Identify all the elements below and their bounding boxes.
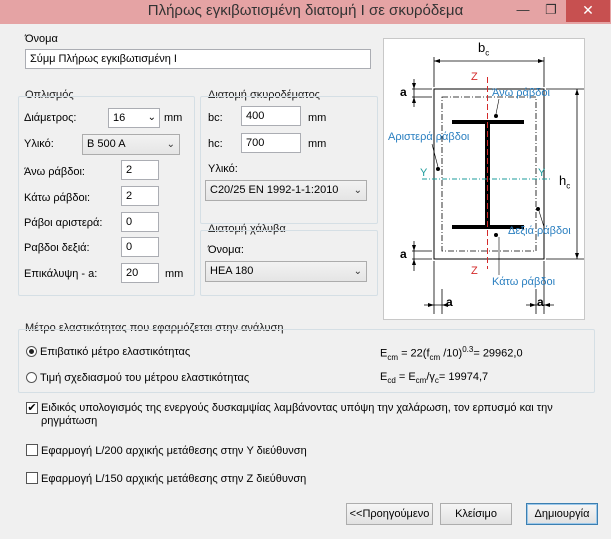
hc-label: hc: [208, 138, 223, 150]
bottom-bars-annotation: Κάτω ράβδοι [492, 276, 556, 288]
create-button[interactable]: Δημιουργία [526, 503, 598, 525]
ecm-value: 29962,0 [482, 347, 523, 360]
web [485, 124, 490, 225]
bc-dimension-label: bc [478, 40, 490, 58]
l150-label[interactable]: Εφαρμογή L/150 αρχικής μετάθεσης στην Z … [41, 473, 306, 485]
bottom-bars-label: Κάτω ράβδοι: [24, 192, 91, 204]
a-right-label: a [537, 295, 544, 309]
elasticity-option2-radio[interactable] [26, 372, 37, 383]
previous-button[interactable]: <<Προηγούμενο [346, 503, 433, 525]
chevron-down-icon: ⌄ [166, 139, 175, 150]
hc-unit: mm [308, 138, 327, 150]
cover-label: Επικάλυψη - a: [24, 268, 98, 280]
right-bars-annotation: Δεξιά ράβδοι [508, 225, 571, 237]
diameter-unit: mm [164, 112, 183, 124]
minimize-icon[interactable]: — [510, 0, 536, 22]
l200-checkbox[interactable] [26, 444, 38, 456]
rebar-material-value: Β 500 Α [87, 138, 126, 150]
diameter-label: Διάμετρος: [24, 112, 77, 124]
top-bars-input[interactable]: 2 [121, 160, 159, 180]
left-bars-label: Ράβοι αριστερά: [24, 217, 103, 229]
l200-label[interactable]: Εφαρμογή L/200 αρχικής μετάθεσης στην Y … [41, 445, 307, 457]
bc-input[interactable]: 400 [241, 106, 301, 126]
chevron-down-icon: ⌄ [353, 185, 362, 196]
steel-name-label: Όνομα: [208, 244, 244, 256]
name-label: Όνομα [25, 33, 58, 45]
l150-checkbox[interactable] [26, 472, 38, 484]
maximize-icon[interactable]: ❐ [538, 0, 564, 22]
ecm-formula: Ecm = 22(fcm /10)0.3= 29962,0 [380, 345, 523, 362]
left-bars-annotation: Αριστερά ράβδοι [388, 131, 470, 143]
creep-checkbox[interactable]: ✔ [26, 402, 38, 414]
cover-input[interactable]: 20 [121, 263, 159, 283]
right-bars-input[interactable]: 0 [121, 237, 159, 257]
ecd-value: 19974,7 [448, 371, 489, 383]
close-icon[interactable]: ✕ [566, 0, 610, 22]
elasticity-option1-label[interactable]: Επιβατικό μέτρο ελαστικότητας [40, 346, 190, 358]
concrete-material-select[interactable]: C20/25 EN 1992-1-1:2010 ⌄ [205, 180, 367, 201]
rebar-material-label: Υλικό: [24, 138, 54, 150]
ecd-formula: Ecd = Ecm/γc= 19974,7 [380, 371, 489, 386]
y-axis-right-label: Y [538, 167, 546, 179]
right-bars-label: Ραβδοι δεξιά: [24, 242, 90, 254]
chevron-down-icon: ⌄ [147, 112, 156, 123]
left-bars-input[interactable]: 0 [121, 212, 159, 232]
elasticity-option2-label[interactable]: Τιμή σχεδιασμού του μέτρου ελαστικότητας [40, 372, 249, 384]
a-bottom-label: a [400, 247, 407, 261]
hc-dimension-label: hc [559, 173, 571, 191]
top-bars-label: Άνω ράβδοι: [24, 166, 85, 178]
dialog-body: Όνομα Σύμμ Πλήρως εγκιβωτισμένη Ι Οπλισμ… [8, 24, 603, 531]
a-top-label: a [400, 85, 407, 99]
top-bars-annotation: Άνω ράβδοι [492, 87, 550, 99]
concrete-material-value: C20/25 EN 1992-1-1:2010 [210, 184, 339, 196]
z-axis-top-label: Z [471, 71, 478, 83]
a-left-label: a [446, 295, 453, 309]
bc-label: bc: [208, 112, 223, 124]
close-button[interactable]: Κλείσιμο [440, 503, 512, 525]
elasticity-option1-radio[interactable] [26, 346, 37, 357]
bc-unit: mm [308, 112, 327, 124]
cover-unit: mm [165, 268, 184, 280]
hc-input[interactable]: 700 [241, 133, 301, 153]
steel-name-select[interactable]: HEA 180 ⌄ [205, 261, 367, 282]
y-axis-left-label: Y [420, 167, 428, 179]
diameter-value: 16 [113, 112, 126, 124]
chevron-down-icon: ⌄ [353, 266, 362, 277]
section-diagram: bc hc Z Z Y Y a a a a Άνω ράβδοι Αριστερ… [383, 38, 585, 320]
z-axis-bottom-label: Z [471, 265, 478, 277]
name-input[interactable]: Σύμμ Πλήρως εγκιβωτισμένη Ι [25, 49, 371, 69]
bottom-bars-input[interactable]: 2 [121, 186, 159, 206]
creep-label[interactable]: Ειδικός υπολογισμός της ενεργούς δυσκαμψ… [41, 402, 561, 428]
concrete-material-label: Υλικό: [208, 163, 238, 175]
rebar-material-select[interactable]: Β 500 Α ⌄ [82, 134, 180, 155]
title-bar[interactable]: Πλήρως εγκιβωτισμένη διατομή Ι σε σκυρόδ… [0, 0, 611, 24]
diameter-select[interactable]: 16 ⌄ [108, 108, 160, 128]
steel-name-value: HEA 180 [210, 265, 254, 277]
dialog-window: Πλήρως εγκιβωτισμένη διατομή Ι σε σκυρόδ… [0, 0, 611, 539]
